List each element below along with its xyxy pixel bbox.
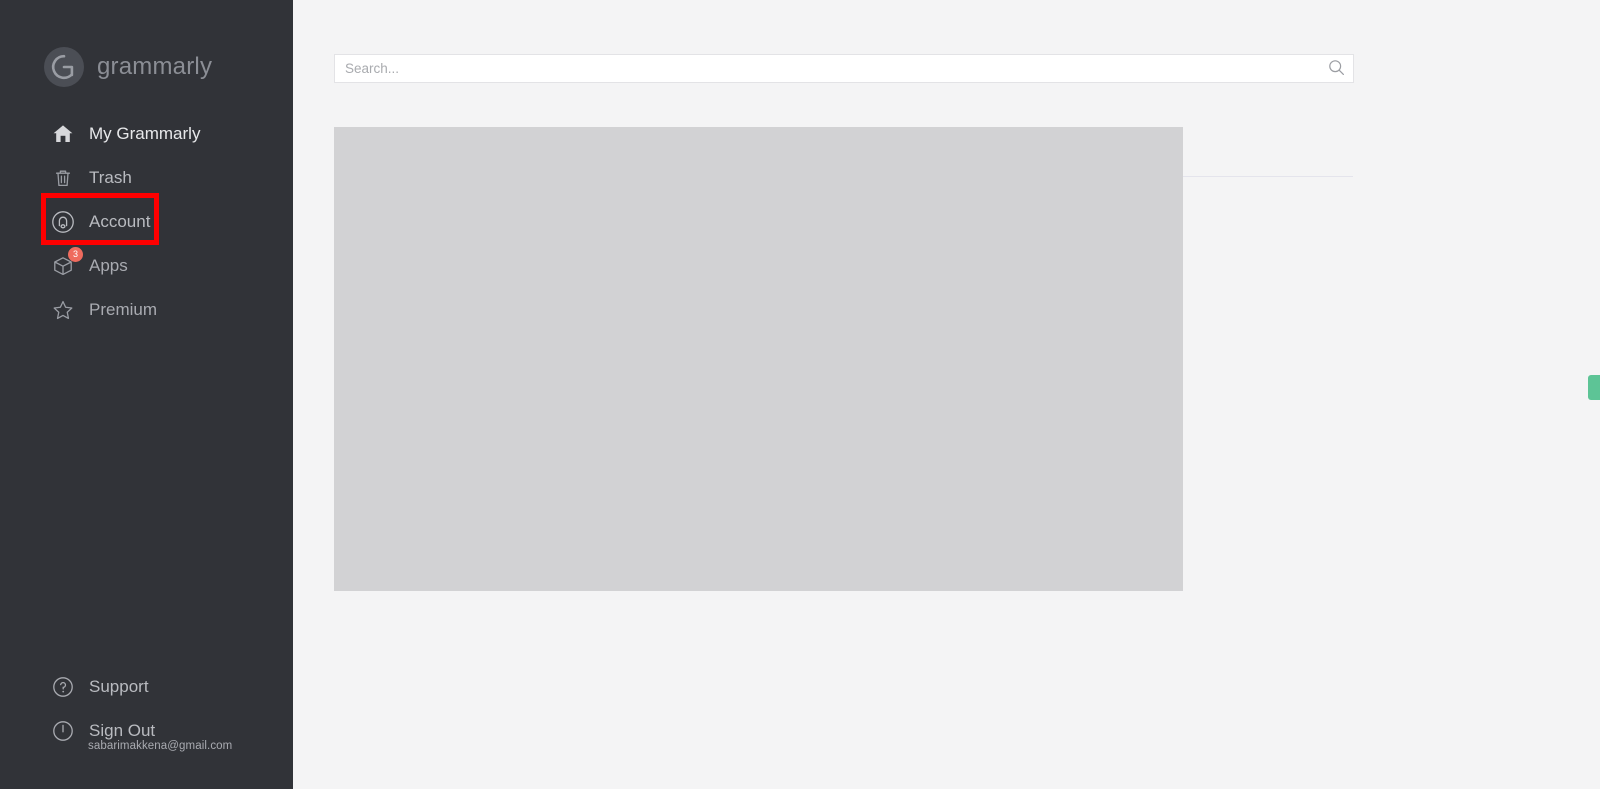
brand-logo-area[interactable]: grammarly bbox=[44, 46, 212, 88]
sidebar-item-label: Sign Out bbox=[89, 721, 156, 740]
sidebar-item-trash[interactable]: Trash bbox=[0, 156, 293, 200]
search-bar[interactable] bbox=[334, 54, 1354, 83]
sidebar: grammarly My Grammarly Trash Account 3 A… bbox=[0, 0, 293, 789]
account-circle-icon bbox=[50, 209, 76, 235]
account-email: sabarimakkena@gmail.com bbox=[88, 740, 233, 752]
sidebar-item-premium[interactable]: Premium bbox=[0, 288, 293, 332]
sidebar-main-nav: My Grammarly Trash Account 3 Apps Premiu… bbox=[0, 112, 293, 332]
sidebar-item-support[interactable]: Support bbox=[0, 665, 293, 709]
grammarly-g-logo-icon bbox=[44, 47, 84, 87]
sidebar-item-label: Support bbox=[89, 677, 149, 696]
question-circle-icon bbox=[50, 674, 76, 700]
document-preview-placeholder bbox=[334, 127, 1183, 591]
search-button[interactable] bbox=[1319, 55, 1353, 82]
sidebar-item-my-grammarly[interactable]: My Grammarly bbox=[0, 112, 293, 156]
trash-icon bbox=[50, 165, 76, 191]
power-icon bbox=[50, 718, 76, 744]
sidebar-item-account[interactable]: Account bbox=[0, 200, 293, 244]
sidebar-item-label: Premium bbox=[89, 300, 158, 319]
grammarly-app-window: grammarly My Grammarly Trash Account 3 A… bbox=[0, 0, 1600, 789]
sidebar-item-label: Trash bbox=[89, 168, 132, 187]
box-icon: 3 bbox=[50, 247, 83, 279]
sidebar-item-label: My Grammarly bbox=[89, 124, 201, 143]
star-icon bbox=[50, 297, 76, 323]
sidebar-item-apps[interactable]: 3 Apps bbox=[0, 244, 293, 288]
search-icon bbox=[1328, 59, 1345, 79]
feedback-tab[interactable] bbox=[1588, 375, 1600, 400]
home-icon bbox=[50, 121, 76, 147]
brand-name: grammarly bbox=[97, 53, 213, 80]
apps-badge-count: 3 bbox=[68, 247, 83, 262]
main-content bbox=[293, 0, 1600, 789]
sidebar-item-label: Apps bbox=[89, 256, 128, 275]
sidebar-item-label: Account bbox=[89, 212, 151, 231]
search-input[interactable] bbox=[335, 55, 1319, 82]
